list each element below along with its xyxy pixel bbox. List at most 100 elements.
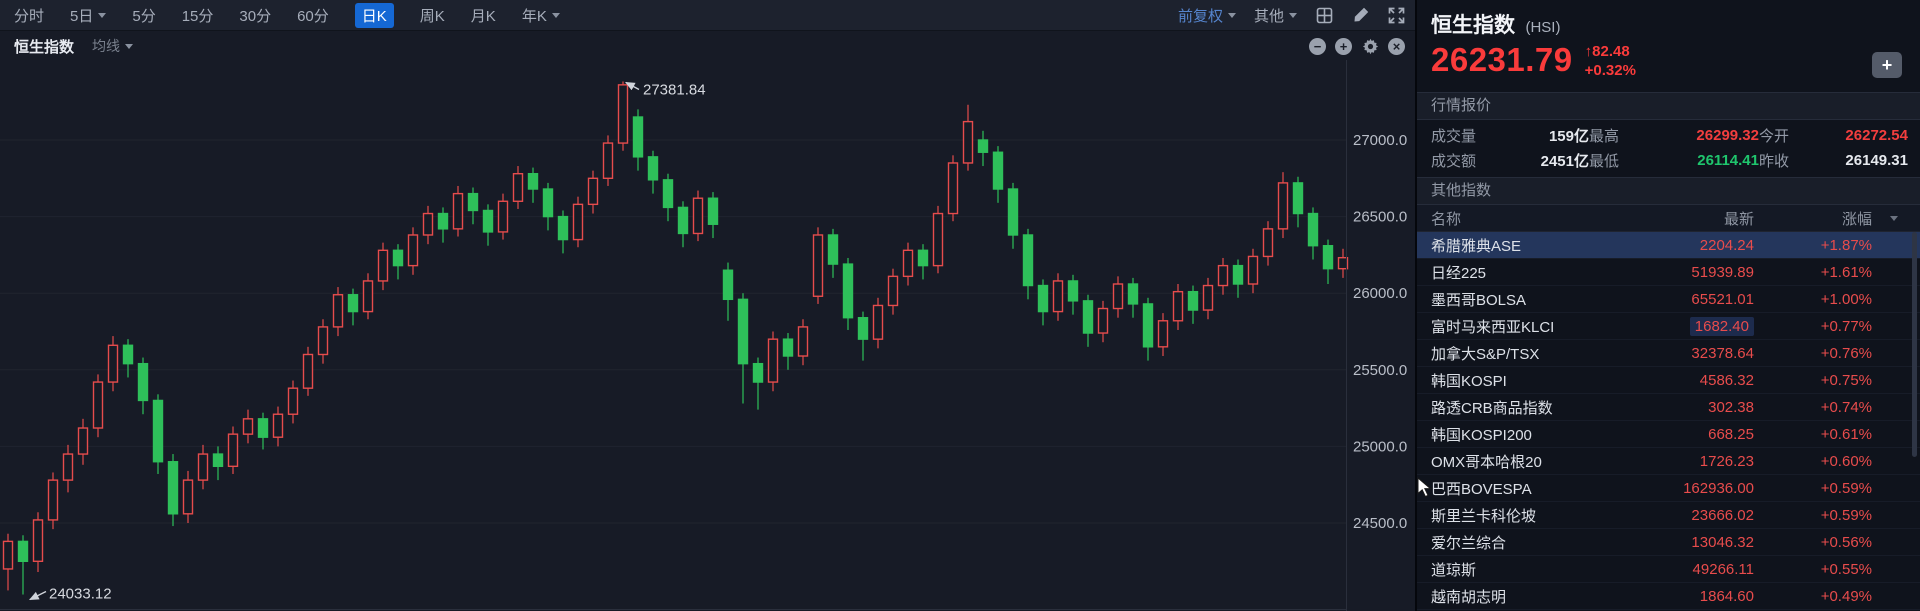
quote-label: 今开 (1759, 125, 1821, 146)
index-name: 越南胡志明 (1431, 586, 1604, 607)
index-row[interactable]: 道琼斯49266.11+0.55% (1417, 556, 1920, 583)
period-60min[interactable]: 60分 (297, 5, 329, 26)
other-indices-section-header: 其他指数 (1417, 177, 1920, 205)
chevron-down-icon (125, 44, 133, 49)
svg-text:24500.0: 24500.0 (1353, 515, 1407, 532)
price-change-pct: +0.32% (1585, 62, 1636, 79)
index-name: 日经225 (1431, 262, 1604, 283)
period-5day[interactable]: 5日 (70, 5, 106, 26)
index-name: 韩国KOSPI200 (1431, 424, 1604, 445)
chart-instrument-title: 恒生指数 (14, 36, 74, 57)
index-change: +0.76% (1754, 345, 1872, 362)
quote-value: 26114.41 (1663, 152, 1759, 169)
draw-brush-icon[interactable] (1351, 6, 1369, 24)
index-row[interactable]: 越南胡志明1864.60+0.49% (1417, 583, 1920, 610)
index-row[interactable]: 爱尔兰综合13046.32+0.56% (1417, 529, 1920, 556)
period-5min[interactable]: 5分 (132, 5, 155, 26)
period-15min[interactable]: 15分 (182, 5, 214, 26)
mouse-cursor (1417, 477, 1432, 498)
chevron-down-icon (552, 13, 560, 18)
chart-header-bar: 恒生指数 均线 − + × (0, 32, 1415, 60)
quote-label: 成交额 (1431, 150, 1493, 171)
index-change: +0.74% (1754, 399, 1872, 416)
svg-text:25000.0: 25000.0 (1353, 438, 1407, 455)
index-name: 路透CRB商品指数 (1431, 397, 1604, 418)
index-last: 1726.23 (1604, 453, 1754, 470)
period-minute[interactable]: 分时 (14, 5, 44, 26)
instrument-symbol: (HSI) (1525, 19, 1560, 36)
chart-region: 分时 5日 5分 15分 30分 60分 日K 周K 月K 年K 前复权 其他 (0, 0, 1415, 611)
period-yearly-k[interactable]: 年K (522, 5, 560, 26)
index-row[interactable]: 巴西BOVESPA162936.00+0.59% (1417, 475, 1920, 502)
quote-label: 成交量 (1431, 125, 1493, 146)
index-name: 富时马来西亚KLCI (1431, 316, 1604, 337)
instrument-header: 恒生指数 (HSI) 26231.79 ↑82.48 +0.32% + (1417, 0, 1920, 92)
index-last: 4586.32 (1604, 372, 1754, 389)
index-change: +0.75% (1754, 372, 1872, 389)
index-change: +0.61% (1754, 426, 1872, 443)
sort-chevron-down-icon[interactable] (1890, 216, 1898, 221)
index-row[interactable]: OMX哥本哈根201726.23+0.60% (1417, 448, 1920, 475)
index-row[interactable]: 斯里兰卡科伦坡23666.02+0.59% (1417, 502, 1920, 529)
index-row[interactable]: 路透CRB商品指数302.38+0.74% (1417, 394, 1920, 421)
quote-value: 2451亿 (1493, 150, 1589, 171)
index-change: +0.59% (1754, 480, 1872, 497)
gear-icon[interactable] (1361, 37, 1379, 55)
zoom-out-button[interactable]: − (1309, 38, 1326, 55)
index-last: 302.38 (1604, 399, 1754, 416)
add-to-watchlist-button[interactable]: + (1872, 52, 1902, 78)
index-change: +1.61% (1754, 264, 1872, 281)
instrument-name: 恒生指数 (1431, 14, 1515, 37)
chevron-down-icon (98, 13, 106, 18)
index-change: +0.59% (1754, 507, 1872, 524)
index-change: +0.56% (1754, 534, 1872, 551)
column-header-last[interactable]: 最新 (1604, 208, 1754, 229)
layout-grid-icon[interactable] (1315, 6, 1333, 24)
other-dropdown[interactable]: 其他 (1254, 5, 1297, 26)
index-name: 巴西BOVESPA (1431, 478, 1604, 499)
indices-table-header: 名称 最新 涨幅 (1417, 205, 1920, 232)
ma-indicator-dropdown[interactable]: 均线 (92, 36, 133, 56)
index-name: 墨西哥BOLSA (1431, 289, 1604, 310)
index-name: 韩国KOSPI (1431, 370, 1604, 391)
index-last: 49266.11 (1604, 561, 1754, 578)
index-row[interactable]: 希腊雅典ASE2204.24+1.87% (1417, 232, 1920, 259)
price-change-block: ↑82.48 +0.32% (1585, 43, 1636, 79)
index-row[interactable]: 墨西哥BOLSA65521.01+1.00% (1417, 286, 1920, 313)
quote-side-panel: 恒生指数 (HSI) 26231.79 ↑82.48 +0.32% + 行情报价… (1417, 0, 1920, 611)
index-change: +0.77% (1754, 318, 1872, 335)
other-label: 其他 (1254, 5, 1284, 26)
indices-table: 希腊雅典ASE2204.24+1.87%日经22551939.89+1.61%墨… (1417, 232, 1920, 610)
zoom-in-button[interactable]: + (1335, 38, 1352, 55)
period-30min[interactable]: 30分 (239, 5, 271, 26)
column-header-change[interactable]: 涨幅 (1754, 208, 1872, 229)
index-row[interactable]: 加拿大S&P/TSX32378.64+0.76% (1417, 340, 1920, 367)
index-row[interactable]: 韩国KOSPI4586.32+0.75% (1417, 367, 1920, 394)
close-icon[interactable]: × (1388, 38, 1405, 55)
svg-text:26500.0: 26500.0 (1353, 209, 1407, 226)
quote-label: 最高 (1589, 125, 1663, 146)
candlestick-chart: 27000.026500.026000.025500.025000.024500… (0, 60, 1415, 611)
index-row[interactable]: 日经22551939.89+1.61% (1417, 259, 1920, 286)
fullscreen-expand-icon[interactable] (1387, 6, 1405, 24)
period-daily-k[interactable]: 日K (355, 3, 394, 28)
panel-scrollbar-thumb[interactable] (1912, 232, 1917, 457)
adjust-mode-dropdown[interactable]: 前复权 (1178, 5, 1236, 26)
index-row[interactable]: 韩国KOSPI200668.25+0.61% (1417, 421, 1920, 448)
index-last: 1682.40 (1604, 318, 1754, 335)
index-last: 2204.24 (1604, 237, 1754, 254)
quote-label: 昨收 (1759, 150, 1821, 171)
index-change: +1.87% (1754, 237, 1872, 254)
period-weekly-k[interactable]: 周K (420, 5, 445, 26)
index-name: 斯里兰卡科伦坡 (1431, 505, 1604, 526)
period-monthly-k[interactable]: 月K (471, 5, 496, 26)
index-row[interactable]: 富时马来西亚KLCI1682.40+0.77% (1417, 313, 1920, 340)
index-last: 51939.89 (1604, 264, 1754, 281)
chevron-down-icon (1289, 13, 1297, 18)
index-change: +0.60% (1754, 453, 1872, 470)
column-header-name[interactable]: 名称 (1431, 208, 1604, 229)
quote-value: 26272.54 (1821, 127, 1908, 144)
index-name: 道琼斯 (1431, 559, 1604, 580)
candlestick-chart-canvas[interactable]: 27000.026500.026000.025500.025000.024500… (0, 60, 1415, 611)
ma-indicator-label: 均线 (92, 36, 120, 56)
